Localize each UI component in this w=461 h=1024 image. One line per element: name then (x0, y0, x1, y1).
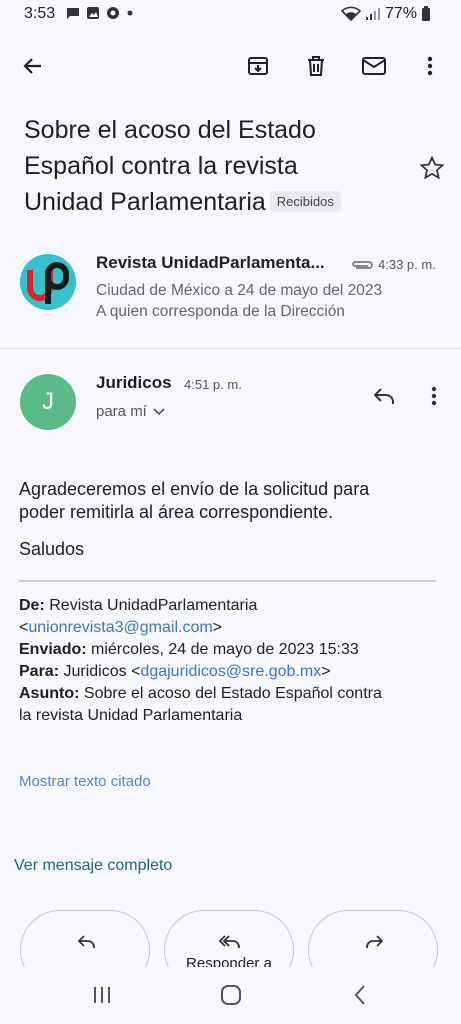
reply-icon (77, 935, 95, 948)
from-name: Revista UnidadParlamentaria (49, 597, 258, 614)
quoted-subject: Sobre el acoso del Estado Español contra (83, 685, 382, 702)
notification-icons (66, 6, 134, 20)
sender-avatar-logo[interactable] (20, 254, 76, 310)
archive-button[interactable] (244, 52, 272, 80)
reply-all-icon (218, 935, 240, 948)
home-icon[interactable] (220, 984, 242, 1006)
to-label: Para: (19, 663, 60, 680)
email-subject: Sobre el acoso del Estado Español contra… (24, 112, 394, 220)
subject-line: Sobre el acoso del Estado (24, 116, 316, 144)
recent-apps-icon[interactable] (92, 986, 112, 1004)
dot-icon (127, 10, 133, 16)
more-options-button[interactable] (416, 52, 444, 80)
star-icon (419, 155, 445, 180)
mark-unread-button[interactable] (360, 52, 388, 80)
trash-icon (308, 56, 324, 76)
attachment-icon (350, 258, 374, 276)
battery-percent: 77% (384, 5, 417, 22)
body-line: poder remitirla al área correspondiente. (19, 502, 334, 522)
message-time: 4:33 p. m. (378, 257, 436, 272)
subject-line: Unidad Parlamentaria (24, 188, 266, 216)
signal-icon (365, 8, 380, 20)
body-line: Agradeceremos el envío de la solicitud p… (19, 479, 370, 499)
reply-icon (373, 388, 394, 404)
quoted-header: De: Revista UnidadParlamentaria <unionre… (19, 595, 449, 727)
from-email-link[interactable]: unionrevista3@gmail.com (28, 619, 212, 636)
wifi-icon (340, 6, 361, 22)
message-sender[interactable]: Juridicos (96, 373, 172, 393)
mail-icon (362, 57, 386, 75)
system-nav-bar (0, 967, 461, 1024)
message-time: 4:51 p. m. (184, 377, 242, 392)
message-snippet[interactable]: Ciudad de México a 24 de mayo del 2023 A… (96, 280, 382, 322)
status-right: 77% (340, 5, 431, 23)
archive-icon (248, 57, 268, 75)
inbox-label-chip[interactable]: Recibidos (269, 191, 341, 212)
recipients-toggle[interactable]: para mí (96, 403, 165, 420)
status-time: 3:53 (24, 5, 56, 22)
subject-line: Español contra la revista (24, 152, 298, 180)
more-vert-icon (427, 56, 433, 76)
message-divider (0, 348, 461, 349)
chat-icon (67, 8, 79, 19)
snippet-line: A quien corresponda de la Dirección (96, 303, 346, 320)
message-more-button[interactable] (420, 382, 448, 410)
recipient-label: para mí (96, 403, 147, 420)
star-button[interactable] (419, 155, 445, 186)
reply-button[interactable] (370, 382, 398, 410)
from-label: De: (19, 597, 45, 614)
quoted-subject: la revista Unidad Parlamentaria (19, 707, 243, 724)
subject-label: Asunto: (19, 685, 80, 702)
arrow-back-icon (23, 58, 41, 74)
delete-button[interactable] (302, 52, 330, 80)
status-bar: 3:53 77% (0, 0, 461, 30)
back-button[interactable] (19, 52, 47, 80)
more-vert-icon (431, 386, 437, 406)
message-sender[interactable]: Revista UnidadParlamenta... (96, 253, 325, 273)
show-quoted-text-link[interactable]: Mostrar texto citado (19, 773, 151, 790)
chevron-down-icon (153, 407, 165, 415)
forward-icon (366, 935, 384, 948)
to-name: Juridicos (63, 663, 127, 680)
to-email-link[interactable]: dgajuridicos@sre.gob.mx (140, 663, 321, 680)
view-full-message-link[interactable]: Ver mensaje completo (14, 857, 172, 875)
chrome-icon (107, 7, 119, 19)
sender-avatar[interactable]: J (20, 374, 76, 430)
image-icon (87, 7, 99, 19)
greeting: Saludos (19, 539, 85, 559)
sent-label: Enviado: (19, 641, 87, 658)
sent-value: miércoles, 24 de mayo de 2023 15:33 (91, 641, 359, 658)
battery-icon (422, 6, 430, 21)
message-body: Agradeceremos el envío de la solicitud p… (19, 478, 439, 561)
nav-back-icon[interactable] (353, 984, 367, 1006)
quote-separator (19, 580, 436, 582)
snippet-line: Ciudad de México a 24 de mayo del 2023 (96, 282, 383, 299)
unidad-parlamentaria-logo-icon (20, 254, 76, 310)
